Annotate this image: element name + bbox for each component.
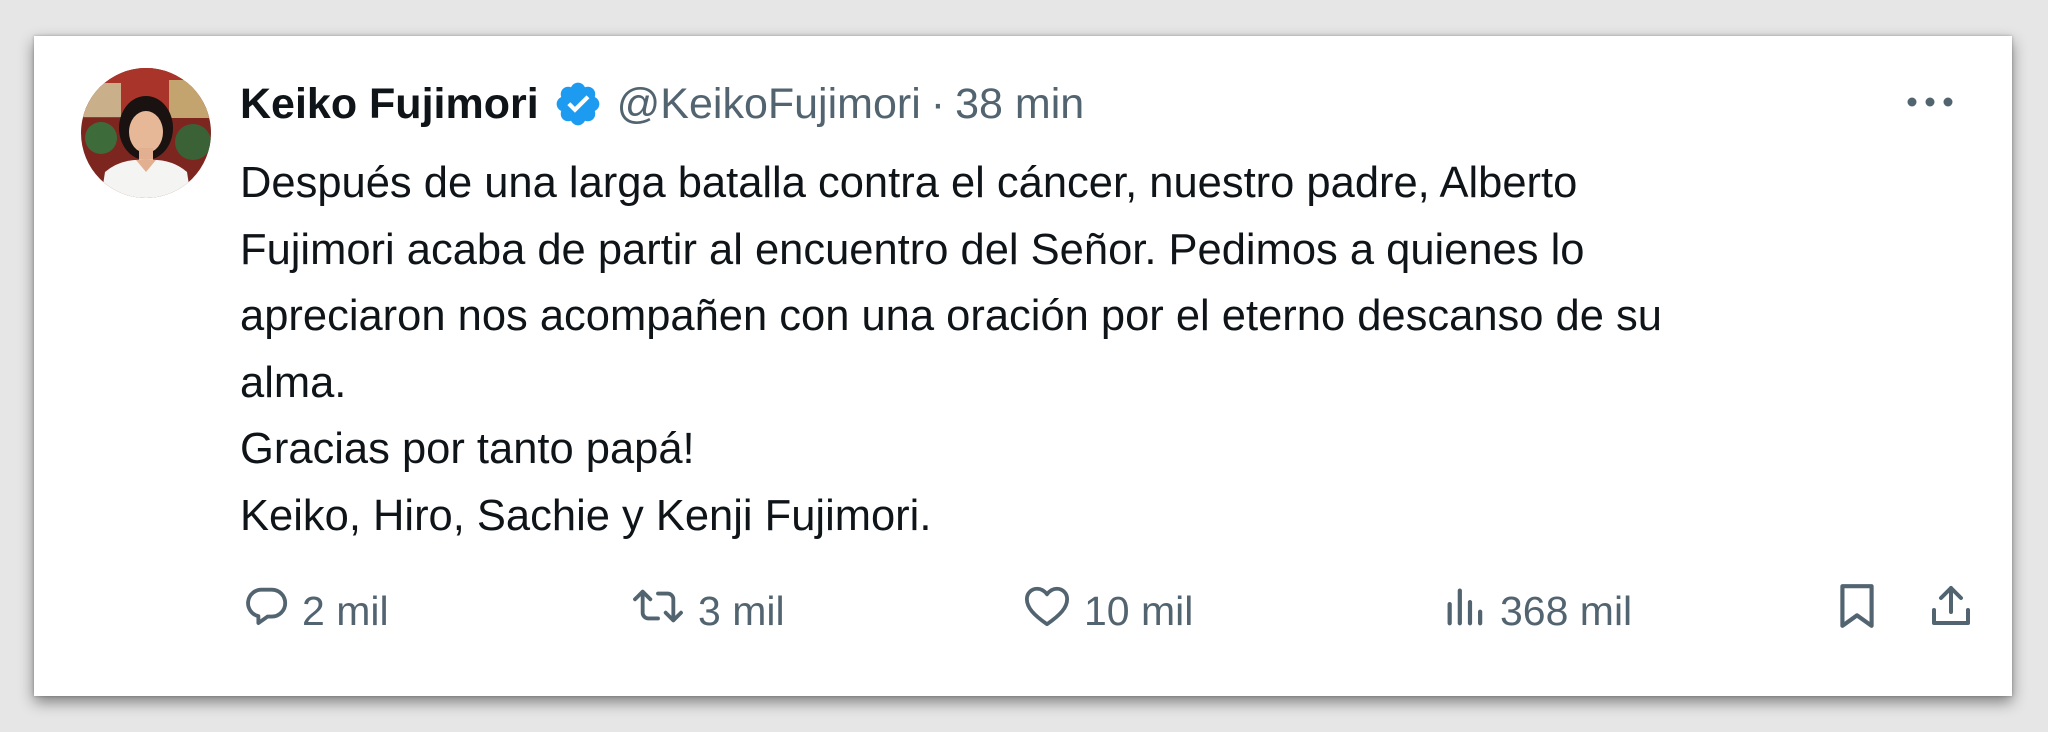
- share-button[interactable]: [1927, 581, 1975, 641]
- reply-count: 2 mil: [302, 587, 389, 634]
- author-handle[interactable]: @KeikoFujimori: [617, 80, 921, 129]
- like-button[interactable]: 10 mil: [1022, 581, 1193, 641]
- retweet-button[interactable]: 3 mil: [630, 581, 785, 641]
- tweet-text-line: apreciaron nos acompañen con una oración…: [240, 292, 1662, 340]
- retweet-count: 3 mil: [698, 587, 785, 634]
- tweet-actions: 2 mil 3 mil 10 mil 368 mil: [34, 581, 2012, 641]
- verified-badge-icon: [553, 79, 603, 129]
- bar-chart-icon: [1442, 583, 1488, 639]
- comment-bubble-icon: [244, 583, 290, 639]
- heart-icon: [1022, 583, 1072, 639]
- avatar[interactable]: [81, 68, 211, 198]
- share-upload-icon: [1927, 582, 1975, 640]
- more-dots-icon[interactable]: [1902, 80, 1958, 124]
- bookmark-button[interactable]: [1834, 581, 1880, 641]
- author-name[interactable]: Keiko Fujimori: [240, 80, 539, 129]
- timestamp[interactable]: 38 min: [955, 80, 1084, 129]
- retweet-arrows-icon: [630, 583, 686, 639]
- tweet-text-line: Gracias por tanto papá!: [240, 425, 695, 473]
- tweet-text-line: alma.: [240, 358, 347, 407]
- views-button[interactable]: 368 mil: [1442, 581, 1632, 641]
- like-count: 10 mil: [1084, 587, 1194, 634]
- tweet-card[interactable]: Keiko Fujimori @KeikoFujimori · 38 min D…: [34, 36, 2012, 696]
- tweet-text: Después de una larga batalla contra el c…: [240, 150, 1970, 549]
- tweet-header: Keiko Fujimori @KeikoFujimori · 38 min: [240, 74, 1084, 134]
- tweet-text-line: Después de una larga batalla contra el c…: [240, 159, 1578, 207]
- tweet-text-line: Keiko, Hiro, Sachie y Kenji Fujimori.: [240, 491, 932, 540]
- bookmark-icon: [1834, 581, 1880, 641]
- reply-button[interactable]: 2 mil: [244, 581, 389, 641]
- separator-dot: ·: [930, 79, 946, 128]
- avatar-photo: [81, 68, 211, 198]
- tweet-text-line: Fujimori acaba de partir al encuentro de…: [240, 225, 1585, 274]
- views-count: 368 mil: [1500, 587, 1633, 634]
